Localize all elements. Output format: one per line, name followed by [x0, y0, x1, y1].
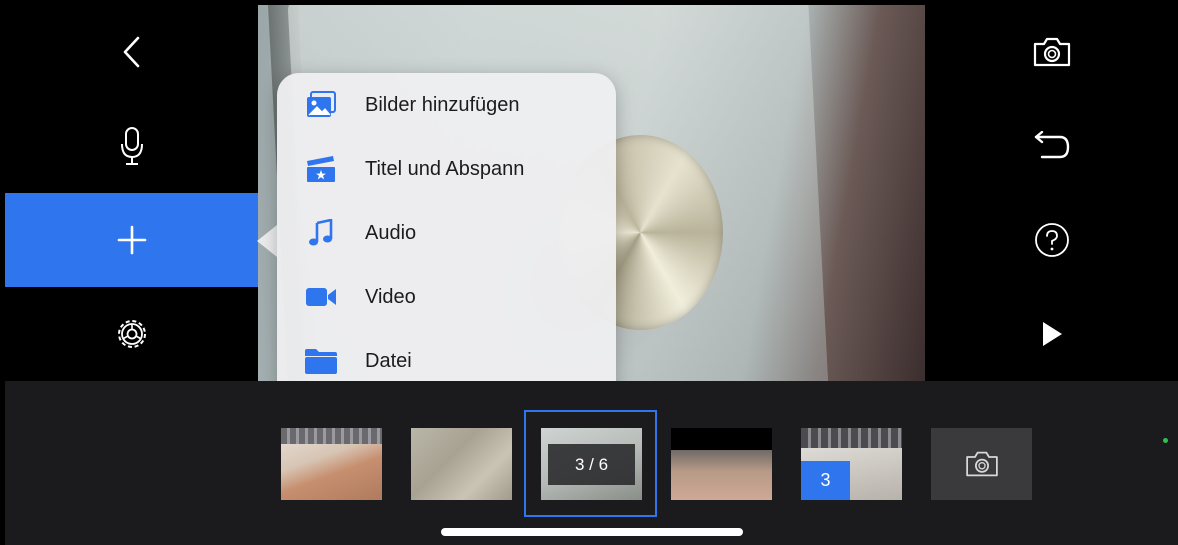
- chevron-left-icon: [123, 36, 139, 68]
- clip-thumbnail[interactable]: [281, 428, 382, 500]
- music-note-icon: [303, 218, 339, 248]
- add-clip-camera-button[interactable]: [931, 428, 1032, 500]
- undo-button[interactable]: [925, 99, 1178, 193]
- menu-item-audio[interactable]: Audio: [277, 201, 616, 265]
- plus-icon: [117, 225, 146, 255]
- clip-counter-badge: 3 / 6: [548, 444, 635, 485]
- menu-item-video[interactable]: Video: [277, 265, 616, 329]
- gear-icon: [117, 320, 146, 348]
- right-toolbar: [925, 5, 1178, 381]
- camera-icon: [1033, 37, 1070, 67]
- play-icon: [1042, 322, 1062, 346]
- left-toolbar: [5, 5, 258, 381]
- clapperboard-icon: [303, 154, 339, 184]
- clip-number-badge: 3: [801, 461, 850, 500]
- camera-icon: [965, 451, 998, 477]
- help-icon: [1034, 223, 1069, 257]
- help-button[interactable]: [925, 193, 1178, 287]
- settings-button[interactable]: [5, 287, 258, 381]
- photos-icon: [303, 90, 339, 120]
- menu-item-add-images[interactable]: Bilder hinzufügen: [277, 73, 616, 137]
- status-indicator-dot: [1163, 438, 1168, 443]
- clip-thumbnail[interactable]: [411, 428, 512, 500]
- add-media-button[interactable]: [5, 193, 258, 287]
- play-button[interactable]: [925, 287, 1178, 381]
- home-indicator[interactable]: [441, 528, 743, 536]
- video-camera-icon: [303, 282, 339, 312]
- record-audio-button[interactable]: [5, 99, 258, 193]
- undo-icon: [1034, 131, 1069, 159]
- clip-thumbnail[interactable]: [671, 428, 772, 500]
- menu-item-label: Titel und Abspann: [365, 157, 525, 180]
- snapshot-button[interactable]: [925, 5, 1178, 99]
- menu-item-label: Bilder hinzufügen: [365, 93, 520, 116]
- menu-item-titles[interactable]: Titel und Abspann: [277, 137, 616, 201]
- back-button[interactable]: [5, 5, 258, 99]
- add-media-menu: Bilder hinzufügen Titel und Abspann Audi…: [277, 73, 616, 406]
- microphone-icon: [120, 127, 143, 165]
- menu-pointer: [257, 225, 277, 257]
- menu-item-label: Audio: [365, 221, 417, 244]
- menu-item-label: Video: [365, 285, 416, 308]
- menu-item-label: Datei: [365, 349, 412, 372]
- folder-icon: [303, 346, 339, 376]
